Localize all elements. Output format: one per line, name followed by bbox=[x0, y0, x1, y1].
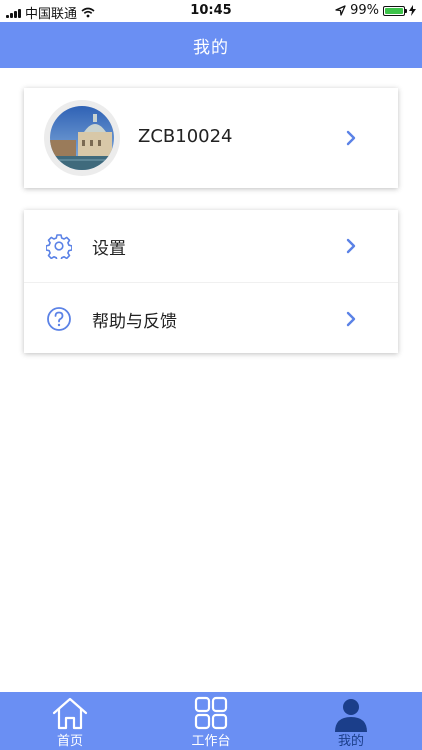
tab-mine[interactable]: 我的 bbox=[281, 692, 421, 750]
battery-icon bbox=[383, 5, 407, 16]
menu-label-help-feedback: 帮助与反馈 bbox=[92, 312, 177, 332]
battery-percent: 99% bbox=[350, 3, 379, 18]
tab-label-workbench: 工作台 bbox=[191, 734, 231, 749]
home-icon bbox=[52, 697, 88, 730]
menu-item-settings[interactable]: 设置 bbox=[24, 210, 398, 282]
location-arrow-icon bbox=[335, 5, 346, 16]
grid-icon bbox=[194, 696, 228, 730]
gear-icon bbox=[46, 234, 72, 259]
avatar bbox=[44, 100, 120, 176]
battery-fill bbox=[385, 7, 403, 14]
chevron-right-icon bbox=[346, 130, 356, 146]
tab-home[interactable]: 首页 bbox=[0, 692, 140, 750]
avatar-image bbox=[50, 106, 114, 170]
menu-item-help-feedback[interactable]: 帮助与反馈 bbox=[24, 282, 398, 355]
status-right: 99% bbox=[335, 3, 416, 18]
user-icon bbox=[335, 699, 367, 732]
chevron-right-icon bbox=[346, 238, 356, 254]
help-circle-icon bbox=[47, 307, 71, 331]
menu-card: 设置 帮助与反馈 bbox=[24, 210, 398, 353]
tab-label-mine: 我的 bbox=[337, 734, 364, 749]
nav-bar: 我的 bbox=[0, 22, 422, 68]
status-bar: 中国联通 10:45 99% bbox=[0, 0, 422, 22]
menu-label-settings: 设置 bbox=[92, 239, 126, 259]
charging-bolt-icon bbox=[409, 5, 416, 16]
tab-bar: 首页 工作台 我的 bbox=[0, 692, 422, 750]
page-title: 我的 bbox=[193, 37, 229, 58]
profile-card[interactable]: ZCB10024 bbox=[24, 88, 398, 188]
tab-workbench[interactable]: 工作台 bbox=[141, 692, 281, 750]
tab-label-home: 首页 bbox=[56, 734, 83, 749]
chevron-right-icon bbox=[346, 311, 356, 327]
username: ZCB10024 bbox=[138, 126, 233, 147]
